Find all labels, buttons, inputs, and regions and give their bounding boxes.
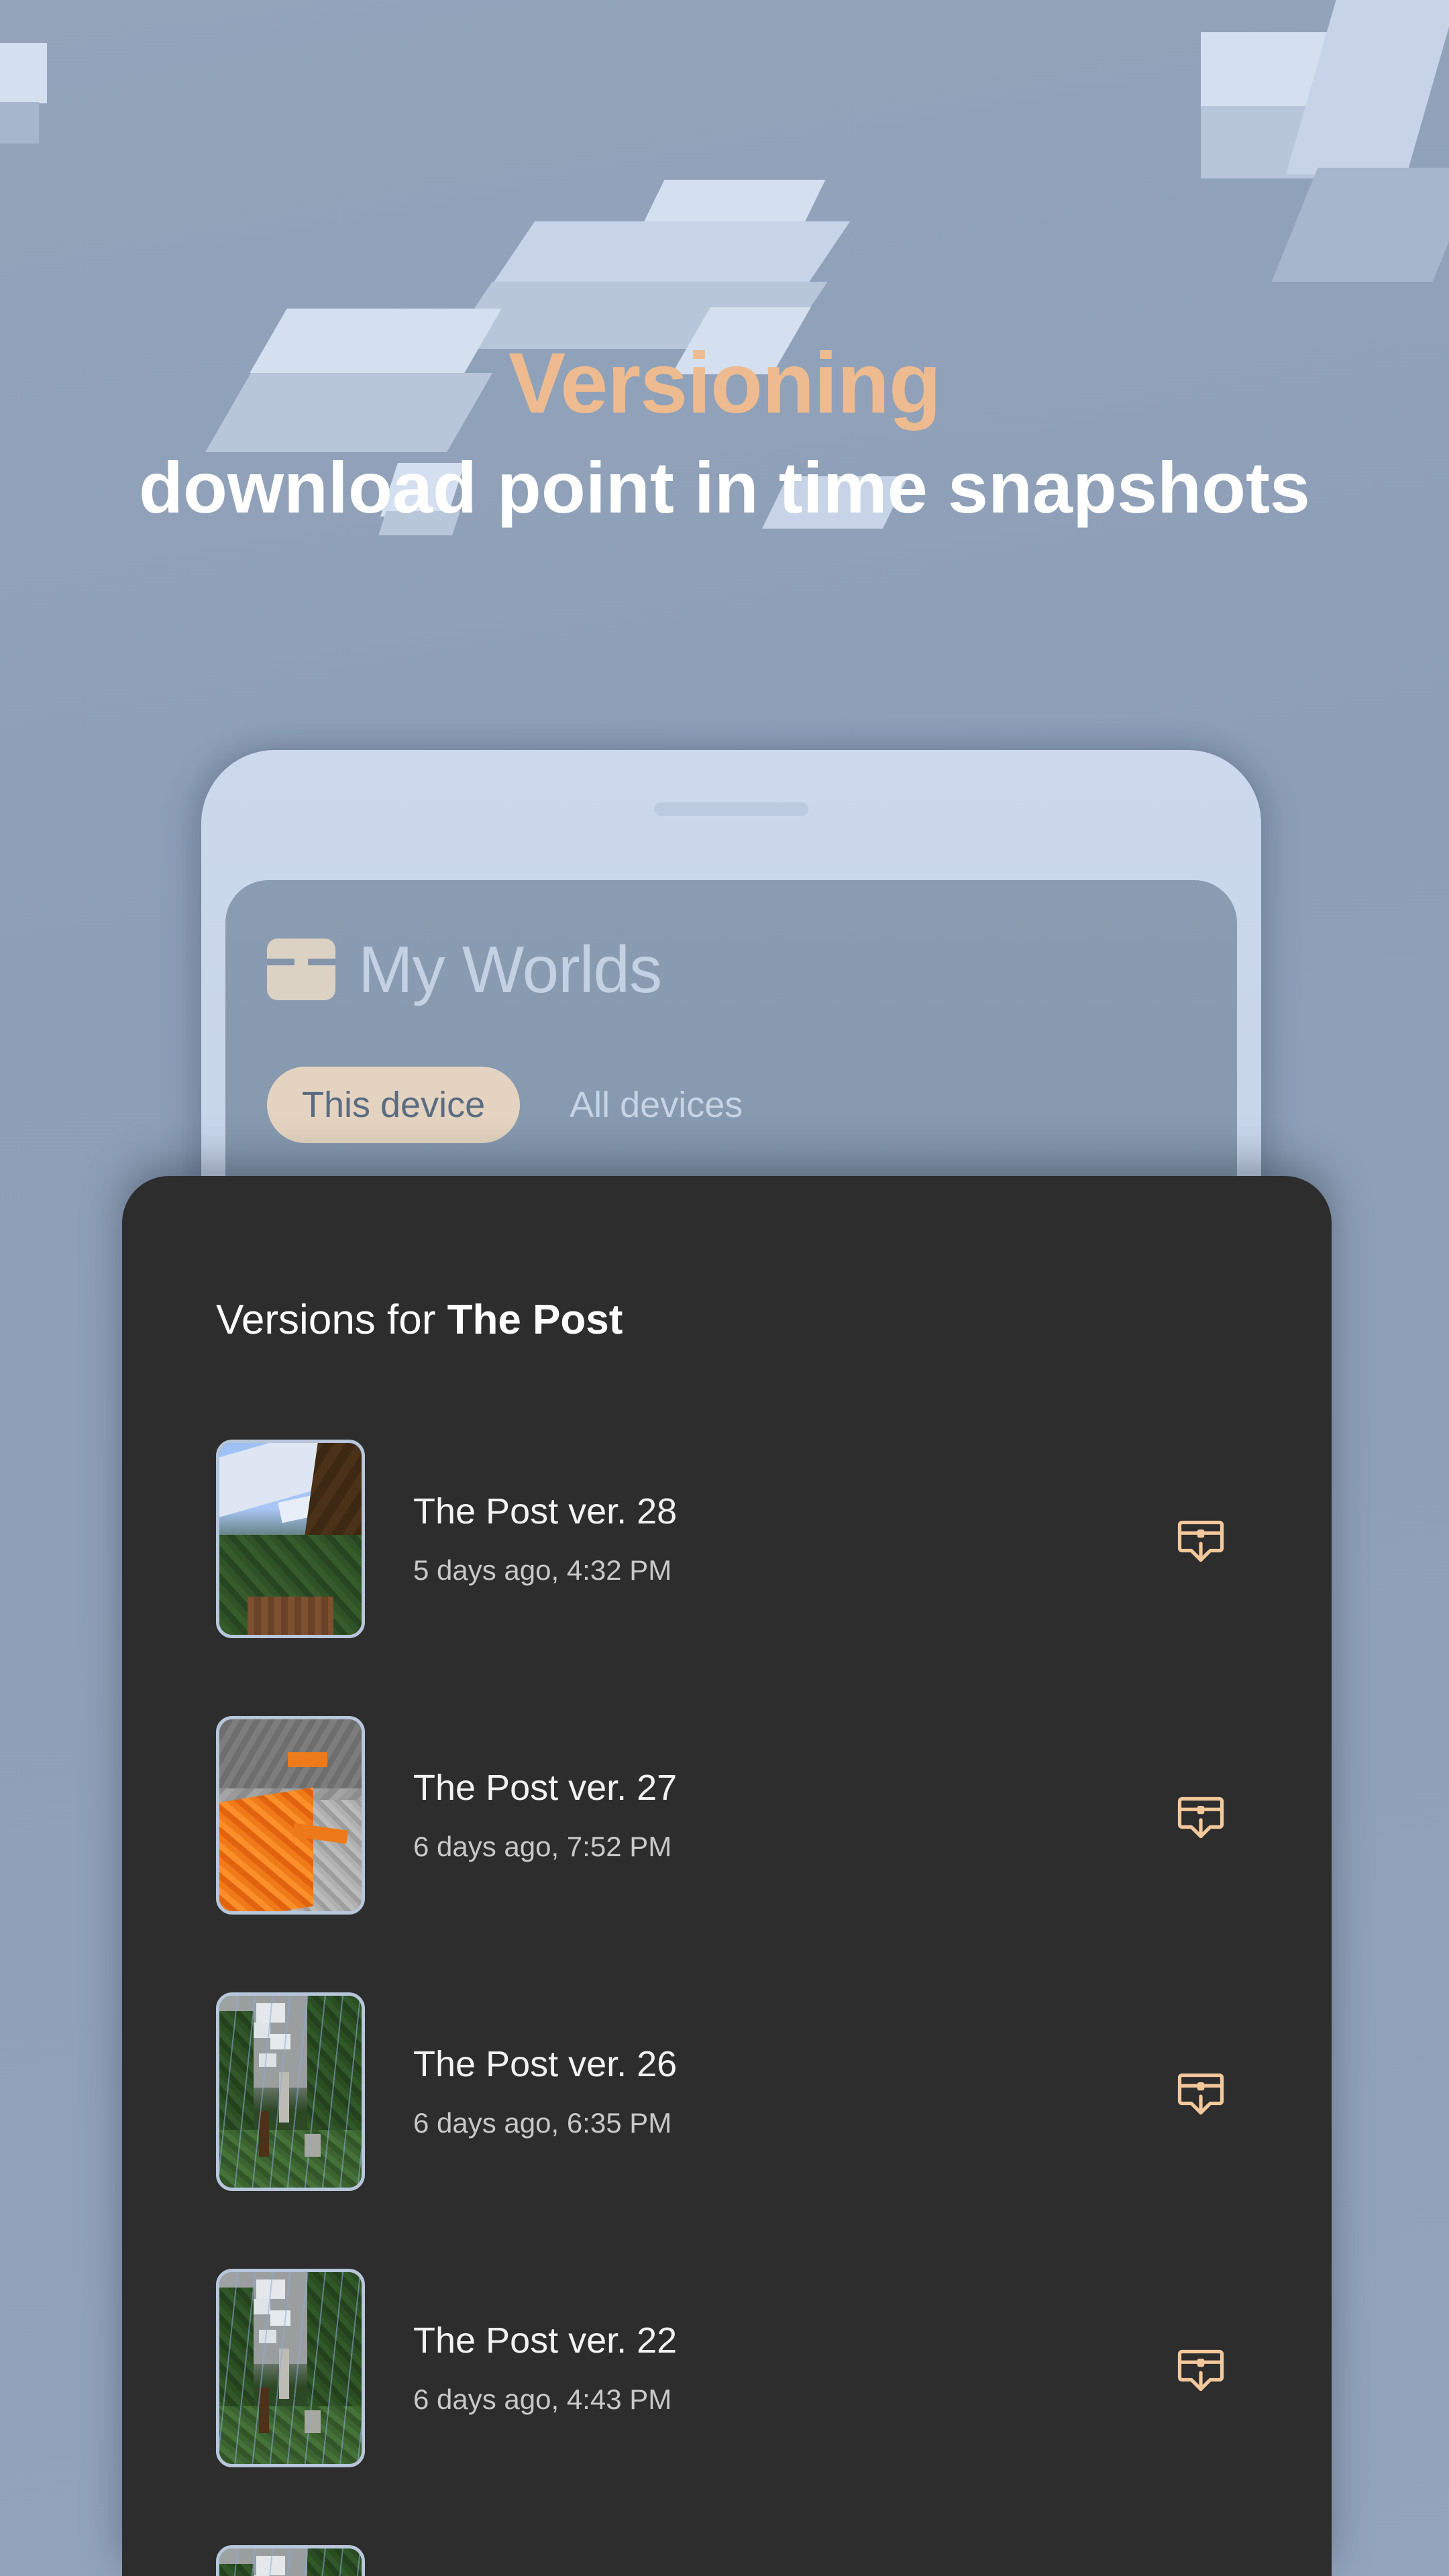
version-list: The Post ver. 28 5 days ago, 4:32 PM The… (122, 1401, 1332, 2576)
version-meta: The Post ver. 22 6 days ago, 4:43 PM (413, 2322, 1164, 2414)
version-list-item[interactable]: The Post ver. 26 6 days ago, 6:35 PM (122, 1953, 1332, 2230)
hero-headline: Versioning download point in time snapsh… (0, 335, 1449, 532)
hero-kicker: Versioning (508, 335, 941, 431)
version-list-item[interactable] (122, 2506, 1332, 2576)
app-header: My Worlds This device All devices (225, 880, 1237, 1143)
version-name: The Post ver. 28 (413, 1491, 678, 1532)
version-list-item[interactable]: The Post ver. 22 6 days ago, 4:43 PM (122, 2230, 1332, 2506)
version-timestamp: 6 days ago, 6:35 PM (413, 2107, 672, 2139)
version-list-item[interactable]: The Post ver. 28 5 days ago, 4:32 PM (122, 1401, 1332, 1677)
version-thumbnail[interactable] (216, 2545, 365, 2576)
download-version-button[interactable] (1164, 1778, 1238, 1852)
version-thumbnail[interactable] (216, 1992, 365, 2191)
forest-rain-thumbnail (219, 2548, 362, 2576)
version-meta: The Post ver. 26 6 days ago, 6:35 PM (413, 2046, 1164, 2137)
download-version-button[interactable] (1164, 2055, 1238, 2129)
version-name: The Post ver. 22 (413, 2320, 678, 2361)
hero-subtitle: download point in time snapshots (139, 447, 1310, 529)
version-name: The Post ver. 27 (413, 1768, 678, 1808)
download-version-button[interactable] (1164, 2331, 1238, 2405)
version-meta: The Post ver. 28 5 days ago, 4:32 PM (413, 1493, 1164, 1585)
cave-lava-thumbnail (219, 1719, 362, 1911)
chest-icon (267, 938, 335, 1000)
cloud-block (0, 43, 47, 103)
cloud-block (1271, 168, 1449, 282)
cloud-block (0, 102, 39, 144)
forest-rain-thumbnail (219, 2272, 362, 2464)
version-meta: The Post ver. 27 6 days ago, 7:52 PM (413, 1770, 1164, 1861)
version-thumbnail[interactable] (216, 1716, 365, 1915)
sheet-title-world: The Post (447, 1297, 623, 1343)
forest-day-thumbnail (219, 1443, 362, 1635)
app-title-row: My Worlds (267, 936, 1237, 1002)
phone-speaker-grille (654, 802, 808, 816)
page-title: My Worlds (358, 932, 662, 1006)
version-thumbnail[interactable] (216, 2269, 365, 2467)
sheet-title-prefix: Versions for (216, 1297, 447, 1343)
tab-this-device[interactable]: This device (267, 1067, 521, 1143)
chest-download-icon (1173, 1787, 1229, 1843)
forest-rain-thumbnail (219, 1996, 362, 2188)
version-timestamp: 6 days ago, 4:43 PM (413, 2383, 672, 2415)
tab-all-devices[interactable]: All devices (535, 1067, 777, 1143)
sheet-title: Versions for The Post (216, 1299, 623, 1341)
download-version-button[interactable] (1164, 1502, 1238, 1576)
cloud-block (1285, 0, 1449, 174)
versions-bottom-sheet: Versions for The Post The Post ver. 28 5… (122, 1176, 1332, 2576)
chest-latch (294, 952, 308, 975)
version-timestamp: 6 days ago, 7:52 PM (413, 1831, 672, 1862)
version-thumbnail[interactable] (216, 1440, 365, 1638)
version-list-item[interactable]: The Post ver. 27 6 days ago, 7:52 PM (122, 1677, 1332, 1953)
chest-download-icon (1173, 2063, 1229, 2120)
device-tabs: This device All devices (267, 1067, 1237, 1143)
chest-download-icon (1173, 1511, 1229, 1567)
version-name: The Post ver. 26 (413, 2044, 678, 2084)
chest-download-icon (1173, 2340, 1229, 2396)
version-timestamp: 5 days ago, 4:32 PM (413, 1554, 672, 1586)
